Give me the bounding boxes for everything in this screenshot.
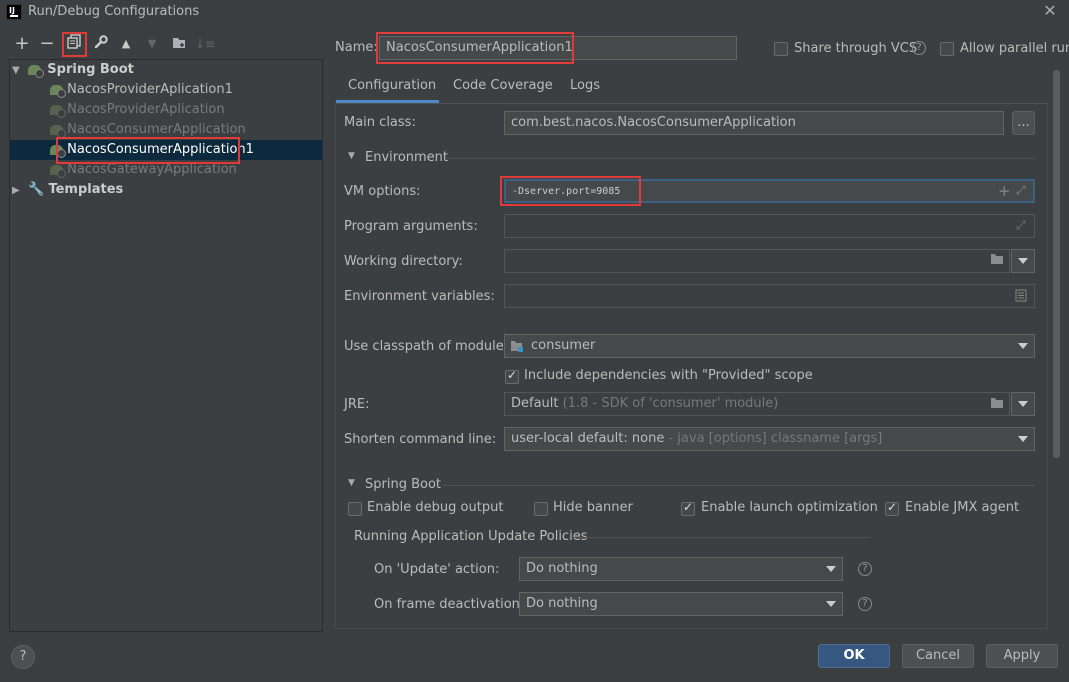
main-class-field[interactable]: com.best.nacos.NacosConsumerApplication bbox=[504, 111, 1004, 135]
policies-divider bbox=[572, 537, 870, 538]
share-vcs-checkbox[interactable] bbox=[774, 41, 788, 56]
copy-icon[interactable] bbox=[64, 34, 84, 54]
tab-code-coverage[interactable]: Code Coverage bbox=[453, 78, 553, 93]
move-up-icon[interactable]: ▲ bbox=[116, 34, 136, 54]
tree-item[interactable]: NacosProviderAplication1 bbox=[50, 80, 233, 100]
enable-jmx-agent-label: Enable JMX agent bbox=[905, 500, 1020, 515]
share-vcs-label: Share through VCS bbox=[794, 41, 918, 56]
program-arguments-field[interactable] bbox=[504, 214, 1035, 238]
help-icon[interactable]: ? bbox=[858, 597, 872, 611]
spring-boot-divider bbox=[442, 485, 1035, 486]
environment-label: Environment bbox=[365, 150, 449, 165]
add-icon[interactable]: + bbox=[998, 182, 1011, 200]
module-icon bbox=[510, 340, 524, 356]
shorten-command-line-label: Shorten command line: bbox=[344, 432, 497, 447]
spring-boot-section-label: Spring Boot bbox=[365, 477, 442, 492]
intellij-logo: IJ bbox=[6, 4, 22, 20]
hide-banner-checkbox[interactable] bbox=[534, 501, 548, 516]
tree-item-selected[interactable]: NacosConsumerApplication1 bbox=[10, 140, 322, 160]
program-arguments-label: Program arguments: bbox=[344, 219, 478, 234]
enable-launch-optimization-label: Enable launch optimization bbox=[701, 500, 878, 515]
enable-launch-optimization-checkbox[interactable] bbox=[681, 500, 695, 516]
spring-boot-icon bbox=[28, 64, 45, 78]
remove-icon[interactable]: − bbox=[37, 34, 57, 54]
tree-item[interactable]: NacosGatewayApplication bbox=[50, 160, 237, 180]
configuration-tree: ▼ Spring Boot NacosProviderAplication1 N… bbox=[9, 59, 323, 632]
include-provided-checkbox[interactable] bbox=[505, 368, 519, 384]
expand-icon[interactable]: ⤢ bbox=[1016, 183, 1026, 198]
jre-label: JRE: bbox=[344, 397, 370, 412]
spring-boot-run-icon bbox=[50, 144, 66, 158]
enable-jmx-agent-checkbox[interactable] bbox=[885, 500, 899, 516]
jre-dropdown[interactable] bbox=[1011, 392, 1035, 416]
folder-add-icon[interactable] bbox=[169, 34, 189, 54]
help-button[interactable]: ? bbox=[11, 645, 35, 669]
cancel-button[interactable]: Cancel bbox=[902, 644, 974, 668]
expand-arrow-icon[interactable]: ▼ bbox=[12, 61, 24, 81]
main-class-label: Main class: bbox=[344, 115, 416, 130]
tree-node-spring-boot[interactable]: ▼ Spring Boot bbox=[12, 60, 322, 80]
environment-variables-label: Environment variables: bbox=[344, 289, 495, 304]
expand-icon[interactable]: ⤢ bbox=[1016, 218, 1026, 233]
update-policies-label: Running Application Update Policies bbox=[354, 529, 588, 544]
enable-debug-output-checkbox[interactable] bbox=[348, 501, 362, 516]
working-directory-dropdown[interactable] bbox=[1011, 249, 1035, 273]
enable-debug-output-label: Enable debug output bbox=[367, 500, 504, 515]
name-field[interactable]: NacosConsumerApplication1 bbox=[379, 36, 737, 60]
environment-expand-icon[interactable]: ▼ bbox=[348, 151, 355, 161]
apply-button[interactable]: Apply bbox=[986, 644, 1058, 668]
spring-boot-run-icon bbox=[50, 164, 66, 178]
scrollbar[interactable] bbox=[1053, 70, 1060, 458]
tab-logs[interactable]: Logs bbox=[570, 78, 600, 93]
folder-icon[interactable] bbox=[990, 397, 1004, 412]
name-label: Name: bbox=[335, 40, 378, 55]
sort-icon: ↓≡ bbox=[195, 37, 216, 51]
help-icon[interactable]: ? bbox=[912, 41, 926, 55]
tree-node-templates[interactable]: ▶ 🔧 Templates bbox=[12, 180, 123, 200]
hide-banner-label: Hide banner bbox=[553, 500, 633, 515]
shorten-command-line-select[interactable]: user-local default: none - java [options… bbox=[504, 427, 1035, 451]
jre-field[interactable]: Default (1.8 - SDK of 'consumer' module) bbox=[504, 392, 1010, 416]
close-icon[interactable]: ✕ bbox=[1040, 1, 1060, 21]
tab-configuration[interactable]: Configuration bbox=[336, 70, 439, 103]
update-action-select[interactable]: Do nothing bbox=[519, 557, 843, 581]
allow-parallel-checkbox[interactable] bbox=[940, 41, 954, 56]
help-icon[interactable]: ? bbox=[858, 562, 872, 576]
spring-boot-run-icon bbox=[50, 84, 66, 98]
spring-boot-expand-icon[interactable]: ▼ bbox=[348, 478, 355, 488]
classpath-module-label: Use classpath of module: bbox=[344, 339, 509, 354]
collapse-arrow-icon[interactable]: ▶ bbox=[12, 181, 24, 201]
tree-item[interactable]: NacosConsumerApplication bbox=[50, 120, 246, 140]
classpath-module-select[interactable]: consumer bbox=[504, 334, 1035, 358]
update-action-label: On 'Update' action: bbox=[374, 562, 500, 577]
add-icon[interactable]: + bbox=[12, 34, 32, 54]
tree-item[interactable]: NacosProviderAplication bbox=[50, 100, 225, 120]
working-directory-label: Working directory: bbox=[344, 254, 463, 269]
frame-deactivation-select[interactable]: Do nothing bbox=[519, 592, 843, 616]
move-down-icon: ▼ bbox=[147, 37, 157, 50]
ok-button[interactable]: OK bbox=[818, 644, 890, 668]
frame-deactivation-label: On frame deactivation: bbox=[374, 597, 525, 612]
vm-options-field[interactable]: -Dserver.port=9085 bbox=[504, 179, 1035, 203]
browse-main-class-button[interactable]: ... bbox=[1012, 111, 1035, 135]
environment-variables-field[interactable] bbox=[504, 284, 1035, 308]
working-directory-field[interactable] bbox=[504, 249, 1010, 273]
edit-list-icon[interactable] bbox=[1015, 289, 1027, 305]
spring-boot-run-icon bbox=[50, 124, 66, 138]
spring-boot-run-icon bbox=[50, 104, 66, 118]
vm-options-label: VM options: bbox=[344, 184, 421, 199]
environment-divider bbox=[445, 158, 1035, 159]
window-title: Run/Debug Configurations bbox=[28, 4, 200, 19]
allow-parallel-label: Allow parallel run bbox=[960, 41, 1069, 56]
include-provided-label: Include dependencies with "Provided" sco… bbox=[524, 368, 813, 383]
wrench-icon: 🔧 bbox=[28, 182, 45, 197]
wrench-icon[interactable] bbox=[91, 34, 111, 54]
folder-icon[interactable] bbox=[990, 253, 1004, 269]
